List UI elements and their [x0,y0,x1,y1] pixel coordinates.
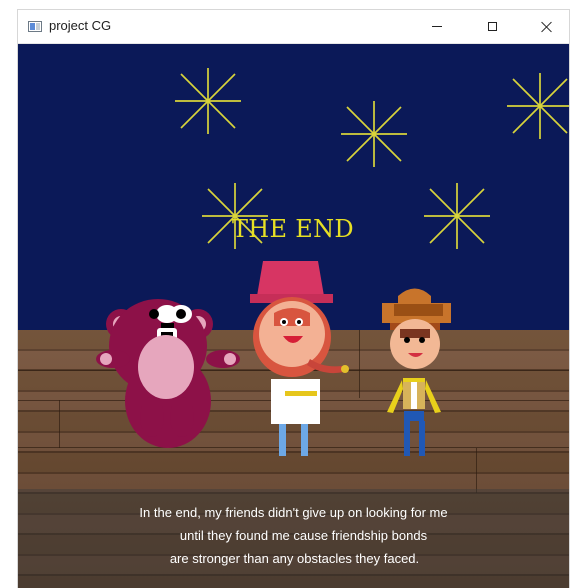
caption-line-3: are stronger than any obstacles they fac… [169,551,420,566]
window-titlebar: project CG [18,10,569,44]
caption-line-1: In the end, my friends didn't give up on… [139,505,448,520]
app-window-icon [28,21,42,32]
minimize-button[interactable] [414,10,460,43]
maximize-icon [487,22,497,31]
caption-line-2: until they found me cause friendship bon… [179,528,428,543]
ending-scene: THE END In the end, my friends didn't gi… [18,44,569,588]
maximize-button[interactable] [469,10,515,43]
close-button[interactable] [523,10,569,43]
minimize-icon [432,26,442,27]
project-window: project CG THE END In the end, my friend… [18,10,569,588]
window-title: project CG [49,18,112,33]
close-icon [540,21,552,33]
